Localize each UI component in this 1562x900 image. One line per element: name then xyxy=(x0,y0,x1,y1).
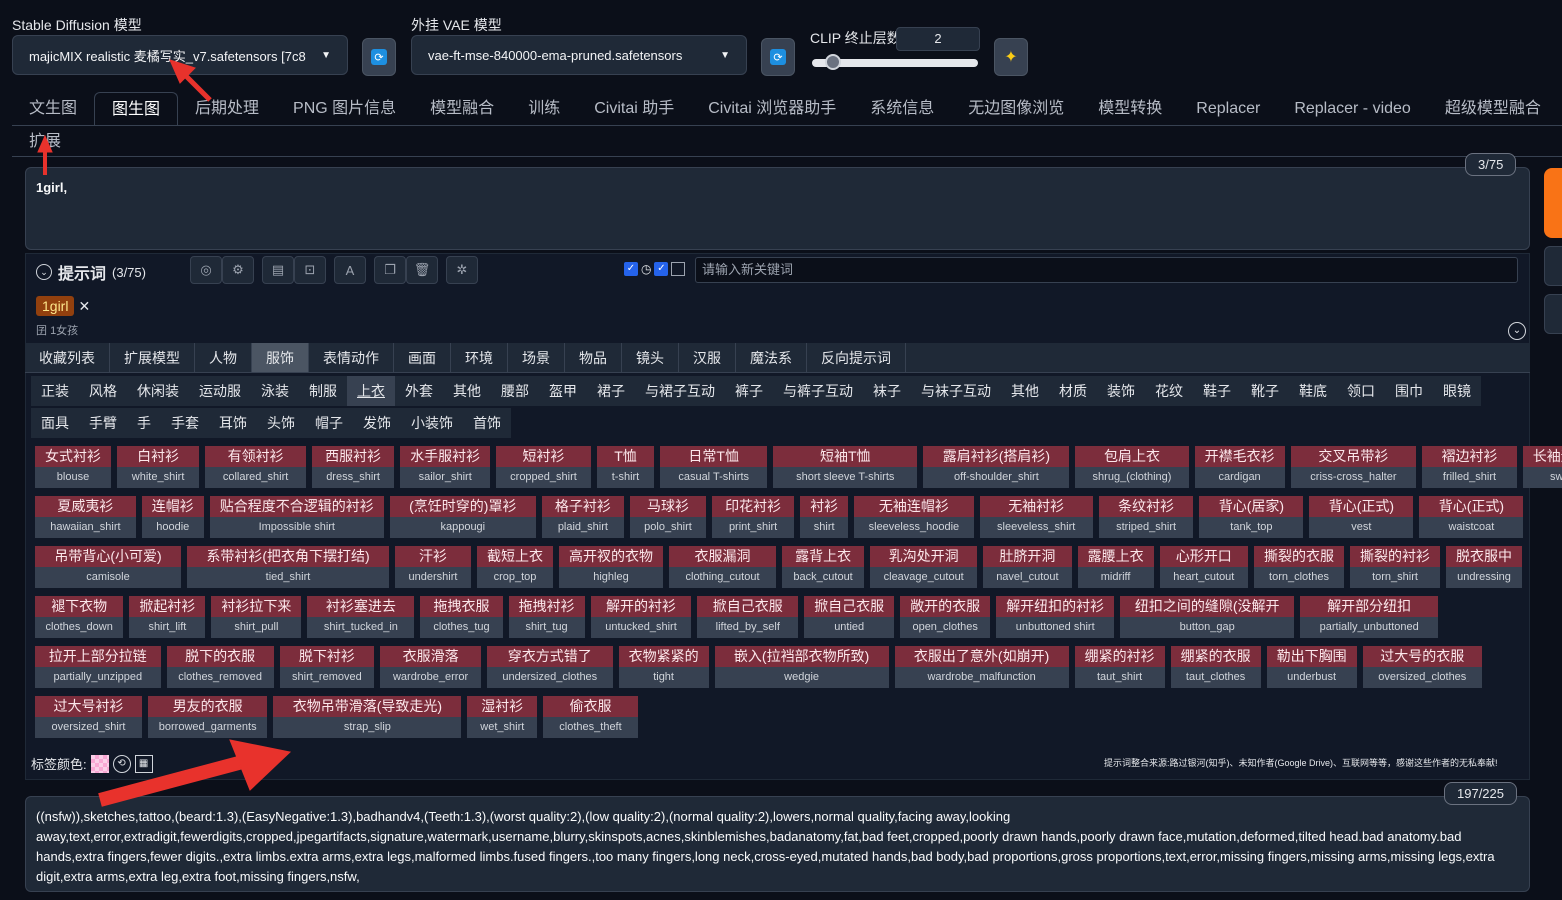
annotation-arrows xyxy=(37,59,292,807)
arrow-head-2 xyxy=(37,134,53,153)
arrow-line-3 xyxy=(98,753,252,807)
